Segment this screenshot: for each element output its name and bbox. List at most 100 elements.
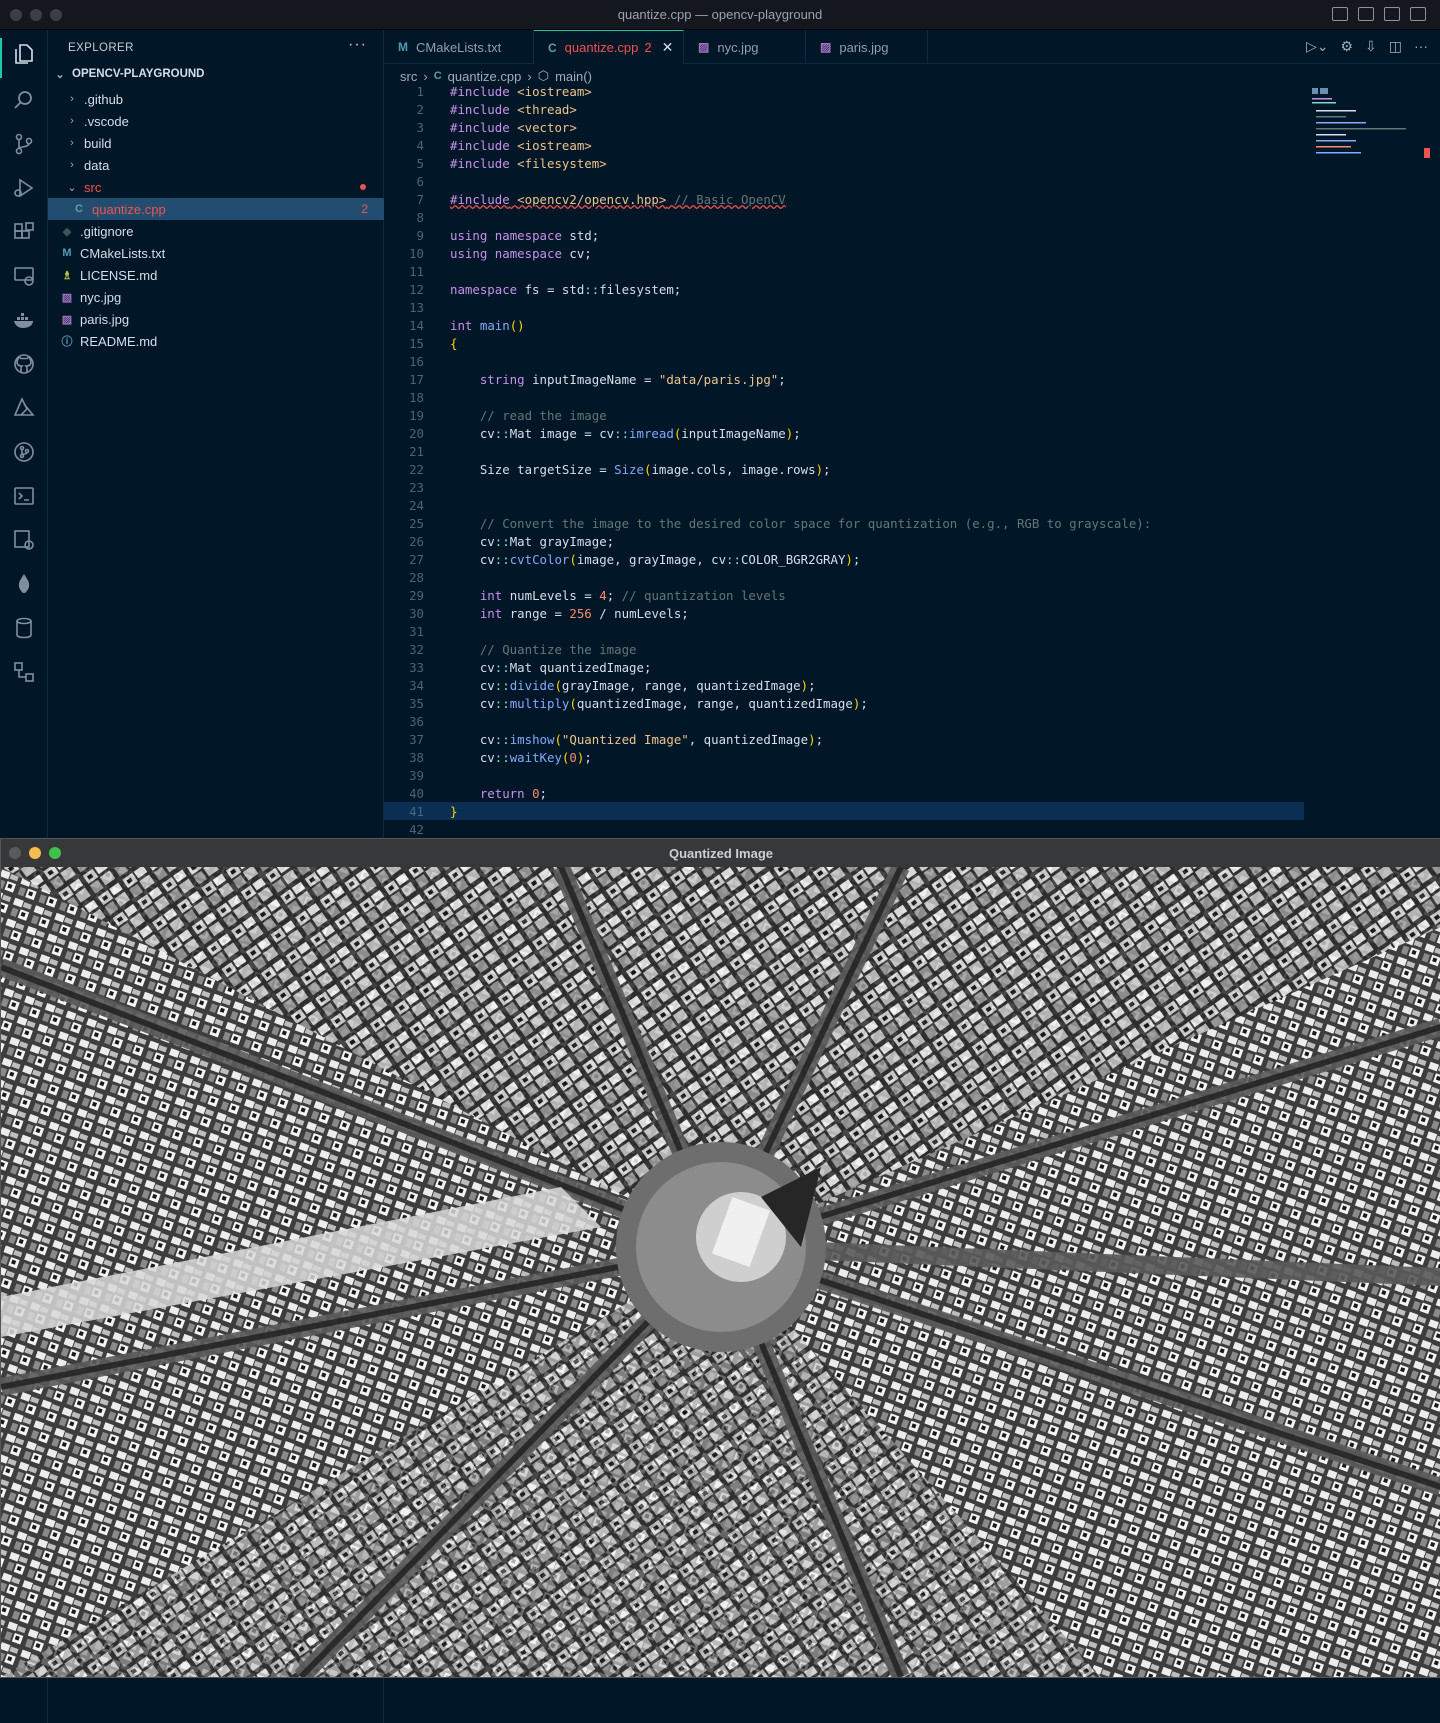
extensions-icon[interactable] <box>12 220 36 244</box>
source-control-icon[interactable] <box>12 132 36 156</box>
zoom-window-button[interactable] <box>50 9 62 21</box>
toggle-secondary-sidebar-icon[interactable] <box>1384 7 1400 21</box>
toggle-sidebar-icon[interactable] <box>1332 7 1348 21</box>
customize-layout-icon[interactable] <box>1410 7 1426 21</box>
code-line[interactable]: 27 cv::cvtColor(image, grayImage, cv::CO… <box>384 550 1304 568</box>
docker-icon[interactable] <box>12 308 36 332</box>
run-icon[interactable]: ▷⌄ <box>1306 38 1329 55</box>
breadcrumb-folder[interactable]: src <box>400 69 417 84</box>
code-line[interactable]: 39 <box>384 766 1304 784</box>
window-controls <box>9 847 61 859</box>
code-line[interactable]: 18 <box>384 388 1304 406</box>
toggle-panel-icon[interactable] <box>1358 7 1374 21</box>
close-icon[interactable]: ✕ <box>662 39 674 56</box>
code-editor[interactable]: 1 #include <iostream> 2 #include <thread> 3 #… <box>384 86 1304 834</box>
tree-item-gitignore[interactable]: ◆ .gitignore <box>48 220 384 242</box>
code-line[interactable]: 32 // Quantize the image <box>384 640 1304 658</box>
tab-paris-jpg[interactable]: ▨ paris.jpg <box>806 30 928 64</box>
azure-icon[interactable] <box>12 396 36 420</box>
code-line[interactable]: 30 int range = 256 / numLevels; <box>384 604 1304 622</box>
search-icon[interactable] <box>12 88 36 112</box>
code-line[interactable]: 16 <box>384 352 1304 370</box>
code-line[interactable]: 36 <box>384 712 1304 730</box>
close-window-button[interactable] <box>9 847 21 859</box>
tree-item-src[interactable]: ⌄ src <box>48 176 384 198</box>
tree-item-license[interactable]: ♗ LICENSE.md <box>48 264 384 286</box>
tree-item-cmakelists[interactable]: M CMakeLists.txt <box>48 242 384 264</box>
code-line[interactable]: 11 <box>384 262 1304 280</box>
minimap[interactable] <box>1310 86 1430 176</box>
code-line[interactable]: 7 #include <opencv2/opencv.hpp> // Basic … <box>384 190 1304 208</box>
tree-item-vscode[interactable]: › .vscode <box>48 110 384 132</box>
code-line[interactable]: 2 #include <thread> <box>384 100 1304 118</box>
breadcrumb-symbol[interactable]: main() <box>555 69 592 84</box>
code-line[interactable]: 19 // read the image <box>384 406 1304 424</box>
minimize-window-button[interactable] <box>30 9 42 21</box>
code-line[interactable]: 14 int main() <box>384 316 1304 334</box>
project-root[interactable]: ⌄ OPENCV-PLAYGROUND <box>54 64 384 84</box>
code-line[interactable]: 8 <box>384 208 1304 226</box>
tree-item-data[interactable]: › data <box>48 154 384 176</box>
code-line[interactable]: 38 cv::waitKey(0); <box>384 748 1304 766</box>
architecture-icon[interactable] <box>12 660 36 684</box>
minimize-window-button[interactable] <box>29 847 41 859</box>
code-line[interactable]: 37 cv::imshow("Quantized Image", quantiz… <box>384 730 1304 748</box>
code-line[interactable]: 28 <box>384 568 1304 586</box>
code-line[interactable]: 5 #include <filesystem> <box>384 154 1304 172</box>
gear-icon[interactable]: ⚙ <box>1340 38 1353 55</box>
code-line[interactable]: 34 cv::divide(grayImage, range, quantize… <box>384 676 1304 694</box>
code-line[interactable]: 25 // Convert the image to the desired c… <box>384 514 1304 532</box>
code-text: namespace fs = std::filesystem; <box>450 281 682 297</box>
code-line[interactable]: 1 #include <iostream> <box>384 86 1304 100</box>
terminal-icon[interactable] <box>12 484 36 508</box>
tree-item-build[interactable]: › build <box>48 132 384 154</box>
explorer-icon[interactable] <box>12 42 36 66</box>
line-number: 10 <box>409 245 424 261</box>
code-line[interactable]: 42 <box>384 820 1304 835</box>
close-window-button[interactable] <box>10 9 22 21</box>
code-line[interactable]: 29 int numLevels = 4; // quantization le… <box>384 586 1304 604</box>
code-line[interactable]: 3 #include <vector> <box>384 118 1304 136</box>
code-line[interactable]: 40 return 0; <box>384 784 1304 802</box>
code-line[interactable]: 24 <box>384 496 1304 514</box>
code-line[interactable]: 41} <box>384 802 1304 820</box>
code-line[interactable]: 35 cv::multiply(quantizedImage, range, q… <box>384 694 1304 712</box>
code-line[interactable]: 33 cv::Mat quantizedImage; <box>384 658 1304 676</box>
code-line[interactable]: 10 using namespace cv; <box>384 244 1304 262</box>
breadcrumb-file[interactable]: quantize.cpp <box>448 69 522 84</box>
mongodb-icon[interactable] <box>12 572 36 596</box>
explorer-more-button[interactable]: ··· <box>348 36 367 54</box>
code-line[interactable]: 6 <box>384 172 1304 190</box>
code-line[interactable]: 31 <box>384 622 1304 640</box>
more-actions-icon[interactable]: ··· <box>1414 38 1428 55</box>
remote-explorer-icon[interactable] <box>12 264 36 288</box>
code-line[interactable]: 12 namespace fs = std::filesystem; <box>384 280 1304 298</box>
zoom-window-button[interactable] <box>49 847 61 859</box>
code-line[interactable]: 4 #include <iostream> <box>384 136 1304 154</box>
tab-nyc-jpg[interactable]: ▨ nyc.jpg <box>684 30 806 64</box>
tab-quantize-cpp[interactable]: Cquantize.cpp 2 ✕ <box>534 30 684 64</box>
code-line[interactable]: 17 string inputImageName = "data/paris.j… <box>384 370 1304 388</box>
code-line[interactable]: 20 cv::Mat image = cv::imread(inputImage… <box>384 424 1304 442</box>
database-icon[interactable] <box>12 616 36 640</box>
tree-item-readme[interactable]: ⓘ README.md <box>48 330 384 352</box>
tab-cmakelists[interactable]: M CMakeLists.txt <box>384 30 534 64</box>
split-editor-icon[interactable]: ◫ <box>1389 38 1402 55</box>
tree-item-quantize-cpp[interactable]: Cquantize.cpp 2 <box>48 198 384 220</box>
run-debug-icon[interactable] <box>12 176 36 200</box>
code-line[interactable]: 21 <box>384 442 1304 460</box>
tree-item-paris-jpg[interactable]: ▨ paris.jpg <box>48 308 384 330</box>
download-icon[interactable]: ⇩ <box>1365 38 1377 55</box>
code-line[interactable]: 15 { <box>384 334 1304 352</box>
code-line[interactable]: 23 <box>384 478 1304 496</box>
code-line[interactable]: 9 using namespace std; <box>384 226 1304 244</box>
tree-item-nyc-jpg[interactable]: ▨ nyc.jpg <box>48 286 384 308</box>
code-text: #include <iostream> <box>450 86 592 99</box>
test-settings-icon[interactable] <box>12 528 36 552</box>
code-line[interactable]: 22 Size targetSize = Size(image.cols, im… <box>384 460 1304 478</box>
tree-item-github[interactable]: › .github <box>48 88 384 110</box>
code-line[interactable]: 26 cv::Mat grayImage; <box>384 532 1304 550</box>
git-graph-icon[interactable] <box>12 440 36 464</box>
github-icon[interactable] <box>12 352 36 376</box>
code-line[interactable]: 13 <box>384 298 1304 316</box>
